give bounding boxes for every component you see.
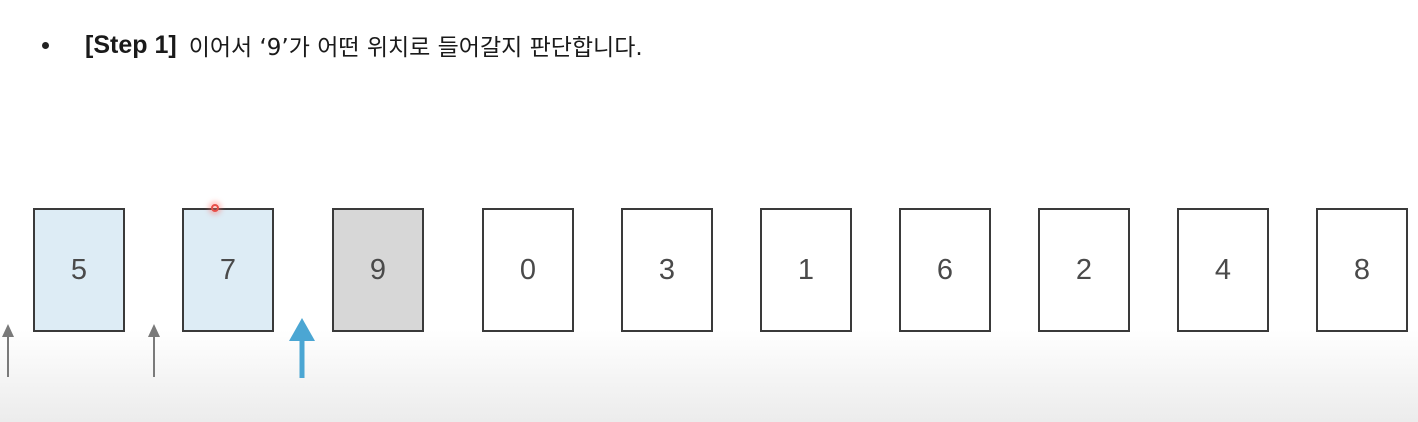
card-0: 0 xyxy=(482,208,574,332)
card-4: 4 xyxy=(1177,208,1269,332)
card-5: 5 xyxy=(33,208,125,332)
card-7: 7 xyxy=(182,208,274,332)
card-6: 6 xyxy=(899,208,991,332)
card-1: 1 xyxy=(760,208,852,332)
card-2: 2 xyxy=(1038,208,1130,332)
mouse-cursor-indicator xyxy=(211,204,219,212)
card-3: 3 xyxy=(621,208,713,332)
card-9: 9 xyxy=(332,208,424,332)
card-8: 8 xyxy=(1316,208,1408,332)
